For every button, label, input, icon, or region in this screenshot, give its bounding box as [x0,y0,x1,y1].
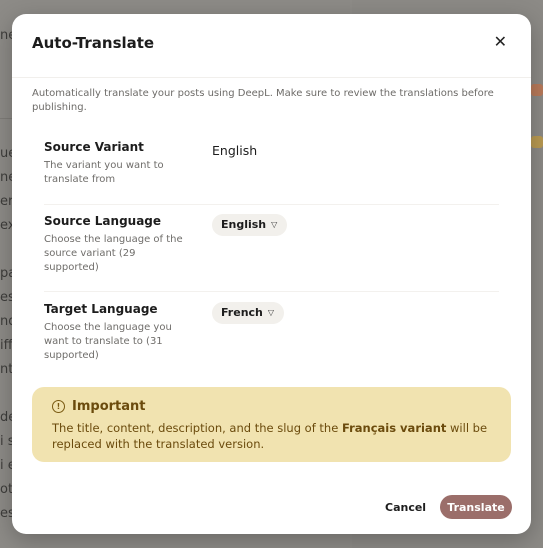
dialog-title: Auto-Translate [32,34,155,52]
row-divider [44,204,499,205]
important-callout: ! Important The title, content, descript… [32,387,511,462]
source-variant-value: English [212,143,258,158]
source-language-help: Choose the language of the source varian… [44,234,183,273]
callout-body: The title, content, description, and the… [52,420,502,452]
chevron-down-icon: ▽ [267,308,275,317]
source-language-select[interactable]: English ▽ [212,214,288,236]
callout-variant-name: Français variant [341,421,447,435]
source-variant-row: Source Variant The variant you want to t… [44,140,499,187]
target-language-row: Target Language Choose the language you … [44,302,499,363]
source-variant-label: Source Variant [44,140,144,154]
callout-body-text: The title, content, description, and the… [52,421,342,435]
source-variant-help: The variant you want to translate from [44,160,164,185]
background-text: iff [0,338,13,353]
source-language-value: English [221,218,267,231]
background-badge [531,136,543,148]
target-language-select[interactable]: French ▽ [212,302,285,324]
close-icon[interactable]: ✕ [494,34,507,50]
cancel-button[interactable]: Cancel [385,501,426,514]
header-divider [12,77,531,78]
callout-title: Important [72,399,146,414]
chevron-down-icon: ▽ [271,220,278,229]
target-language-value: French [221,306,263,319]
dialog-description: Automatically translate your posts using… [32,88,494,113]
warning-icon: ! [52,400,65,413]
auto-translate-dialog: Auto-Translate ✕ Automatically translate… [12,14,531,534]
target-language-help: Choose the language you want to translat… [44,322,172,361]
translate-button[interactable]: Translate [440,495,512,519]
row-divider [44,291,499,292]
source-language-row: Source Language Choose the language of t… [44,214,499,275]
background-badge [531,84,543,96]
